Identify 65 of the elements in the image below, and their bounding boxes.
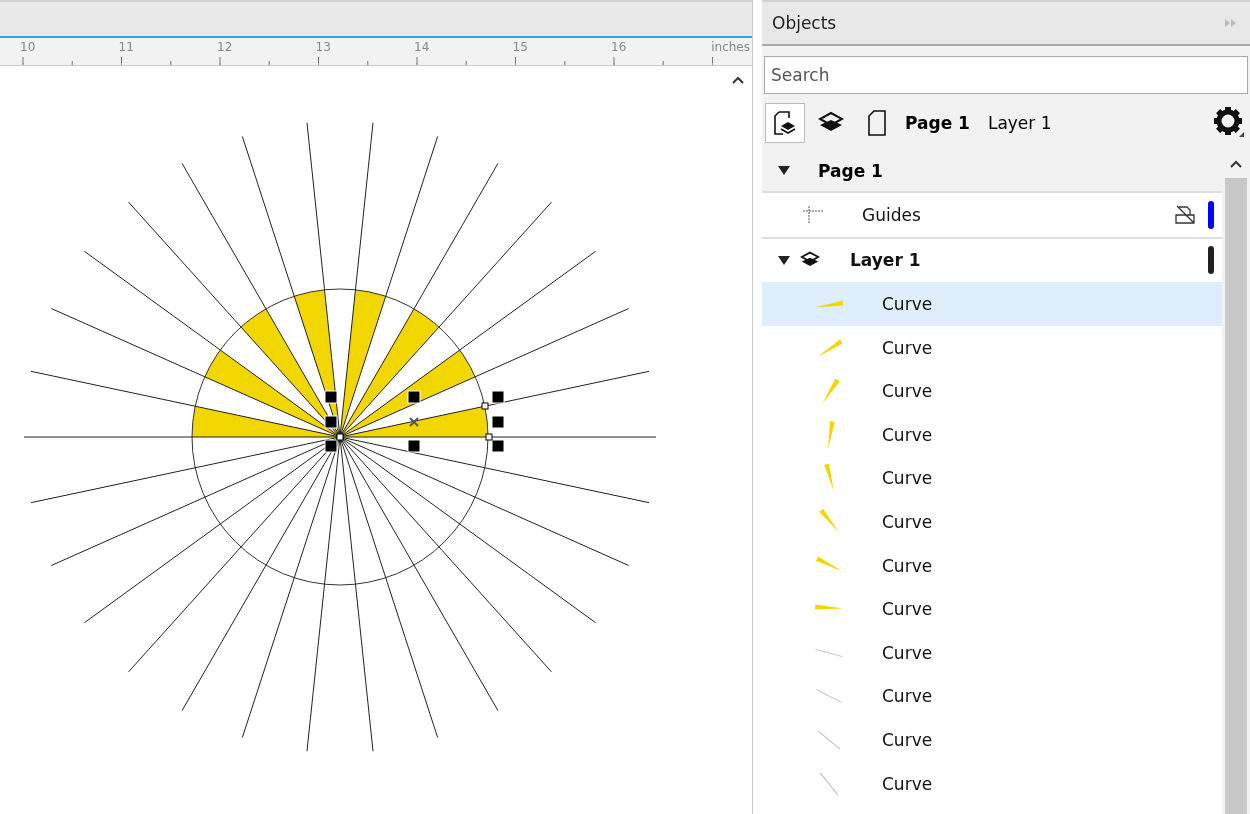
line-thumbnail-icon <box>816 689 842 704</box>
ruler-unit: inches <box>711 39 750 54</box>
settings-button[interactable] <box>1212 106 1246 140</box>
line-thumbnail-icon <box>819 772 839 795</box>
wedge-thumbnail-icon <box>814 604 844 610</box>
object-tree-item[interactable]: Curve <box>762 412 1222 457</box>
page-layers-view-button[interactable] <box>765 103 805 143</box>
line-thumbnail-icon <box>817 730 841 750</box>
expand-arrow-icon[interactable] <box>778 166 790 175</box>
wedge-thumbnail-icon <box>828 420 835 449</box>
object-name: Curve <box>882 773 933 794</box>
page-tree-item[interactable]: Page 1 <box>762 150 1222 193</box>
object-name: Curve <box>882 729 933 750</box>
guides-tree-item[interactable]: Guides <box>762 193 1222 239</box>
wedge-thumbnail-icon <box>822 378 840 404</box>
object-tree-item[interactable]: Curve <box>762 718 1222 762</box>
object-tree-item[interactable]: Curve <box>762 761 1222 806</box>
object-name: Curve <box>882 381 933 402</box>
object-name: Curve <box>882 468 933 489</box>
page-name: Page 1 <box>818 160 883 181</box>
ruler-label: 10 <box>20 39 36 54</box>
printer-icon[interactable] <box>1174 204 1196 225</box>
object-tree-item[interactable]: Curve <box>762 630 1222 675</box>
current-page-label: Page 1 <box>905 113 970 133</box>
wedge-thumbnail-icon <box>819 508 839 533</box>
expand-arrow-icon[interactable] <box>778 255 790 265</box>
wedge-thumbnail-icon <box>815 555 843 571</box>
ruler-label: 16 <box>611 39 627 54</box>
ruler-label: 13 <box>315 39 331 54</box>
object-tree-item[interactable]: Curve <box>762 500 1222 544</box>
page-layers-icon <box>773 110 797 136</box>
object-tree-item[interactable]: Curve <box>762 456 1222 501</box>
object-tree-item[interactable]: Curve <box>762 325 1222 370</box>
layer-tree-item[interactable]: Layer 1 <box>762 238 1222 283</box>
object-name: Curve <box>882 686 933 707</box>
ruler-label: 11 <box>118 39 134 54</box>
object-name: Curve <box>882 337 933 358</box>
object-name: Curve <box>882 555 933 576</box>
guides-icon <box>802 204 824 225</box>
ruler-label: 12 <box>217 39 233 54</box>
panel-title: Objects <box>772 13 837 33</box>
object-tree-item[interactable]: Curve <box>762 543 1222 588</box>
wedge-thumbnail-icon <box>824 464 834 492</box>
layer-color-marker[interactable] <box>1208 246 1214 275</box>
object-tree-item[interactable]: Curve <box>762 674 1222 719</box>
object-tree-item[interactable]: Curve <box>762 282 1222 326</box>
layer-color-marker[interactable] <box>1208 200 1214 229</box>
object-name: Curve <box>882 599 933 620</box>
object-name: Curve <box>882 642 933 663</box>
layer-name: Guides <box>862 204 921 225</box>
ruler-label: 14 <box>414 39 430 54</box>
object-name: Curve <box>882 424 933 445</box>
object-name: Curve <box>882 294 933 314</box>
object-tree-item[interactable]: Curve <box>762 369 1222 413</box>
scroll-up-icon[interactable] <box>1230 160 1242 168</box>
object-tree-item[interactable]: Curve <box>762 587 1222 631</box>
line-thumbnail-icon <box>815 648 843 657</box>
search-field[interactable]: Search <box>764 56 1248 94</box>
ruler-label: 15 <box>512 39 528 54</box>
wedge-thumbnail-icon <box>817 338 843 357</box>
object-name: Curve <box>882 511 933 532</box>
scroll-up-icon[interactable] <box>732 76 744 84</box>
layer-name: Layer 1 <box>850 250 921 271</box>
page-icon <box>867 110 887 136</box>
current-layer-label: Layer 1 <box>987 113 1052 133</box>
